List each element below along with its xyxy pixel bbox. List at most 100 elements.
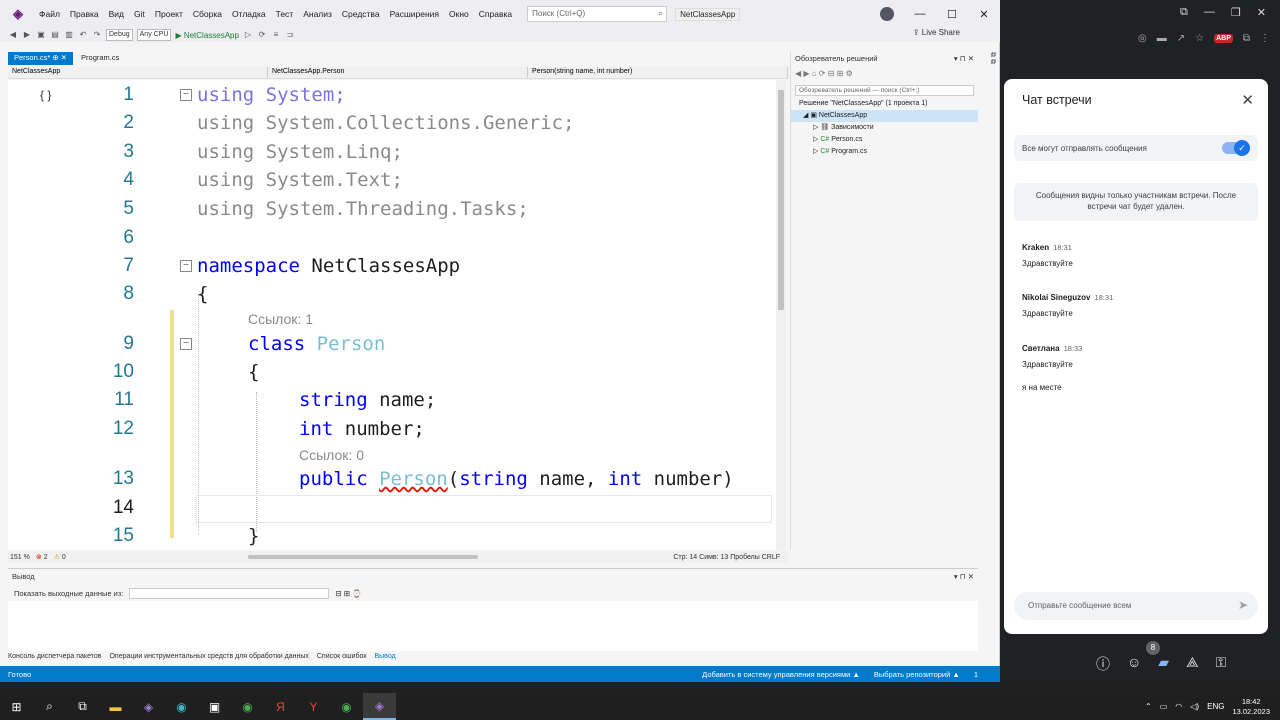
new-file-icon[interactable]: ▣ <box>36 30 46 40</box>
tree-item-solution[interactable]: Решение "NetClassesApp" (1 проекта 1) <box>791 98 978 110</box>
scroll-thumb[interactable] <box>778 90 784 310</box>
editor-horizontal-scrollbar[interactable] <box>248 555 478 559</box>
close-icon[interactable]: ✕ <box>968 8 1000 21</box>
code-editor[interactable]: { } 1− using System; 2 using System.Collec… <box>8 80 778 550</box>
save-all-icon[interactable]: ▥ <box>64 30 74 40</box>
output-window-controls[interactable]: ▾ ⊓ ✕ <box>954 572 974 581</box>
menu-git[interactable]: Git <box>129 9 150 19</box>
forward-icon[interactable]: ▶ <box>22 30 32 40</box>
select-repository[interactable]: Выбрать репозиторий ▲ <box>874 670 960 679</box>
zoom-level[interactable]: 151 % <box>10 554 30 561</box>
minimize-icon[interactable]: — <box>1204 6 1215 18</box>
tab-person[interactable]: Person.cs* ⊕ ✕ <box>8 52 74 65</box>
redo-icon[interactable]: ↷ <box>92 30 102 40</box>
back-icon[interactable]: ◀ <box>8 30 18 40</box>
info-icon[interactable]: ⓘ <box>1096 654 1110 674</box>
output-tools-icon[interactable]: ⊟ ⊞ ⌚ <box>335 589 361 598</box>
volume-icon[interactable]: ◁) <box>1190 702 1199 711</box>
chat-message-input[interactable]: Отправьте сообщение всем ➤ <box>1014 592 1258 620</box>
search-input[interactable]: Поиск (Ctrl+Q) ⌕ <box>527 6 668 22</box>
error-count[interactable]: ⊗ 2 <box>36 553 48 561</box>
collapse-icon[interactable]: − <box>180 89 192 101</box>
menu-extensions[interactable]: Расширения <box>385 9 444 19</box>
nav-class-dropdown[interactable]: NetClassesApp.Person <box>268 67 528 78</box>
undo-icon[interactable]: ↶ <box>78 30 88 40</box>
tree-item-program-cs[interactable]: ▷ C# Program.cs <box>791 146 978 158</box>
chat-icon[interactable]: ▰ <box>1158 654 1169 674</box>
visual-studio-active-icon[interactable]: ◈ <box>363 693 396 720</box>
activities-icon[interactable]: ⟁ <box>1186 654 1199 674</box>
run-without-debug-icon[interactable]: ▷ <box>243 30 253 40</box>
menu-view[interactable]: Вид <box>104 9 129 19</box>
menu-test[interactable]: Тест <box>271 9 299 19</box>
minimize-icon[interactable]: — <box>904 8 936 20</box>
tab-error-list[interactable]: Список ошибок <box>317 653 367 660</box>
menu-build[interactable]: Сборка <box>188 9 227 19</box>
network-icon[interactable]: ▭ <box>1160 702 1168 711</box>
solution-search-input[interactable]: Обозреватель решений — поиск (Ctrl+;) <box>795 85 974 96</box>
references-codelens[interactable]: Ссылок: 0 <box>299 447 364 463</box>
side-tabs[interactable]: ⧉ ⧉ <box>982 52 996 112</box>
wifi-icon[interactable]: ◠ <box>1175 702 1182 711</box>
bookmark-icon[interactable]: ⊐ <box>285 30 295 40</box>
host-controls-icon[interactable]: ⚿ <box>1216 654 1227 674</box>
search-icon[interactable]: ⌕ <box>33 693 66 720</box>
platform-select[interactable]: Any CPU <box>136 29 172 41</box>
chrome-icon[interactable]: ◉ <box>231 693 264 720</box>
tree-item-person-cs[interactable]: ▷ C# Person.cs <box>791 134 978 146</box>
tabs-icon[interactable]: ⧉ <box>1180 6 1188 19</box>
live-share-button[interactable]: ⇪ Live Share <box>913 28 960 37</box>
chevron-up-icon[interactable]: ⌃ <box>1145 702 1152 711</box>
yandex-icon[interactable]: Я <box>264 693 297 720</box>
menu-debug[interactable]: Отладка <box>227 9 271 19</box>
menu-project[interactable]: Проект <box>150 9 188 19</box>
maximize-icon[interactable]: ☐ <box>936 8 968 21</box>
tab-program[interactable]: Program.cs <box>75 52 125 65</box>
tab-package-manager[interactable]: Консоль диспетчера пакетов <box>8 653 101 660</box>
pin-icon[interactable]: ▾ ⊓ ✕ <box>954 54 974 63</box>
notifications-badge[interactable]: 1 <box>974 670 978 679</box>
save-icon[interactable]: ▤ <box>50 30 60 40</box>
edge-icon[interactable]: ◉ <box>165 693 198 720</box>
collapse-icon[interactable]: − <box>180 260 192 272</box>
warning-count[interactable]: ⚠ 0 <box>54 553 66 561</box>
menu-help[interactable]: Справка <box>474 9 517 19</box>
menu-window[interactable]: Окно <box>444 9 474 19</box>
clock[interactable]: 18:42 13.02.2023 <box>1232 697 1270 717</box>
share-icon[interactable]: ↗ <box>1177 33 1185 44</box>
editor-vertical-scrollbar[interactable] <box>776 80 786 550</box>
task-view-icon[interactable]: ⧉ <box>66 693 99 720</box>
comment-icon[interactable]: ≡ <box>271 30 281 40</box>
output-source-select[interactable] <box>129 588 330 599</box>
references-codelens[interactable]: Ссылок: 1 <box>248 311 313 327</box>
tree-item-dependencies[interactable]: ▷ ⛓ Зависимости <box>791 122 978 134</box>
bookmark-icon[interactable]: ☆ <box>1195 33 1204 44</box>
send-icon[interactable]: ➤ <box>1238 598 1248 612</box>
add-to-source-control[interactable]: Добавить в систему управления версиями ▲ <box>702 670 860 679</box>
camera-icon[interactable]: ▬ <box>1157 33 1167 44</box>
menu-icon[interactable]: ⋮ <box>1260 33 1270 44</box>
language-indicator[interactable]: ENG <box>1207 702 1224 711</box>
record-icon[interactable]: ◎ <box>1138 33 1147 44</box>
close-icon[interactable]: ✕ <box>1257 6 1266 19</box>
avatar[interactable] <box>880 7 894 21</box>
config-select[interactable]: Debug <box>106 29 133 41</box>
run-button[interactable]: ▶ NetClassesApp <box>175 31 239 40</box>
yandex-browser-icon[interactable]: Y <box>297 693 330 720</box>
restore-icon[interactable]: ❐ <box>1231 6 1241 19</box>
menu-file[interactable]: Файл <box>34 9 65 19</box>
tab-data-tools[interactable]: Операции инструментальных средств для об… <box>109 653 308 660</box>
tab-output[interactable]: Вывод <box>374 653 395 660</box>
nav-project-dropdown[interactable]: NetClassesApp <box>8 67 268 78</box>
menu-analyze[interactable]: Анализ <box>298 9 337 19</box>
menu-edit[interactable]: Правка <box>65 9 104 19</box>
adblock-icon[interactable]: ABP <box>1214 33 1233 43</box>
start-icon[interactable]: ⊞ <box>0 693 33 720</box>
allow-messages-toggle[interactable]: ✓ <box>1222 140 1250 156</box>
nav-member-dropdown[interactable]: Person(string name, int number) <box>528 67 788 78</box>
collapse-icon[interactable]: − <box>180 338 192 350</box>
tree-item-project[interactable]: ◢ ▣ NetClassesApp <box>791 110 978 122</box>
file-explorer-icon[interactable]: ▬ <box>99 693 132 720</box>
chrome-alt-icon[interactable]: ◉ <box>330 693 363 720</box>
hot-reload-icon[interactable]: ⟳ <box>257 30 267 40</box>
